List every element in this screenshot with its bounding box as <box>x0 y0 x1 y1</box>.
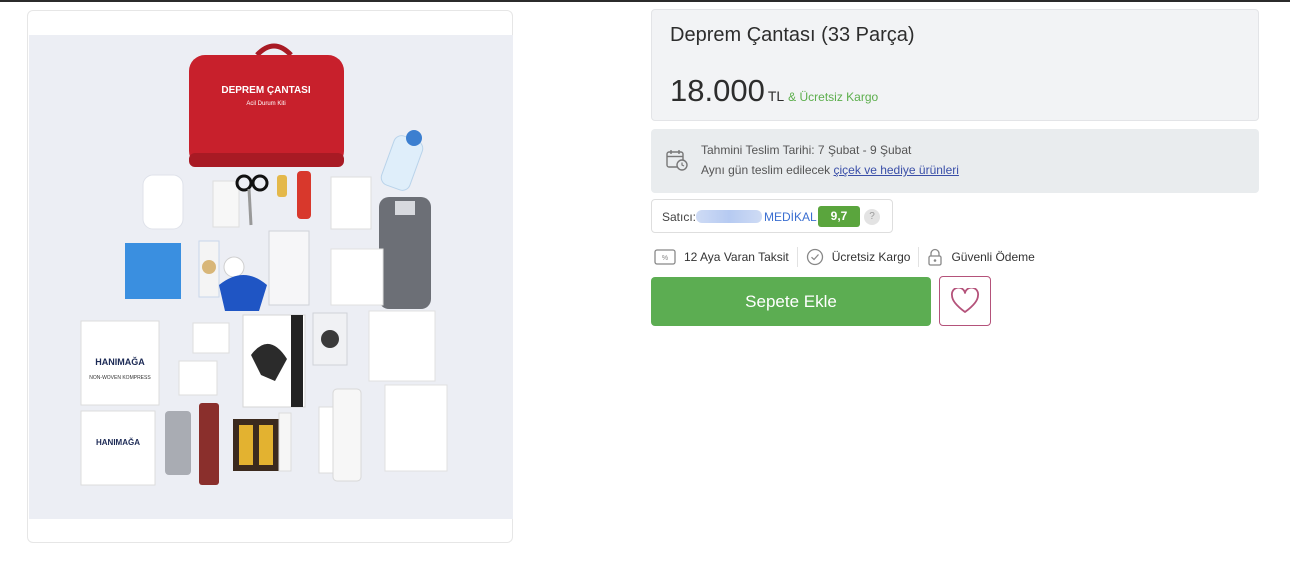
seller-name-redacted <box>696 210 762 223</box>
price-currency: TL <box>767 88 785 104</box>
gauze-roll <box>142 174 184 230</box>
compress-label: NON-WOVEN KOMPRESS <box>89 375 151 381</box>
seller-box: Satıcı: MEDİKAL 9,7 ? <box>651 199 893 233</box>
compress-brand: HANIMAĞA <box>95 356 145 367</box>
lock-icon <box>928 248 943 266</box>
favorite-button[interactable] <box>939 276 991 326</box>
feature-installment: % 12 Aya Varan Taksit <box>654 249 789 265</box>
flashlight <box>297 171 311 219</box>
seller-label: Satıcı: <box>662 210 697 224</box>
feature-free-shipping-label: Ücretsiz Kargo <box>831 250 911 264</box>
svg-text:%: % <box>662 255 668 262</box>
free-shipping-note: & Ücretsiz Kargo <box>788 90 879 104</box>
bag-label: DEPREM ÇANTASI <box>221 85 310 96</box>
product-summary-box: Deprem Çantası (33 Parça) 18.000 TL & Üc… <box>651 9 1259 121</box>
check-circle-icon <box>806 248 823 266</box>
seller-score-help-icon[interactable]: ? <box>864 209 880 225</box>
same-day-prefix: Aynı gün teslim edilecek <box>701 163 834 177</box>
blue-poncho <box>125 243 181 299</box>
product-image-card[interactable]: DEPREM ÇANTASI Acil Durum Kiti HANIMAĞA … <box>27 10 513 543</box>
feature-secure-payment-label: Güvenli Ödeme <box>951 250 1035 264</box>
bag-sublabel: Acil Durum Kiti <box>246 101 285 107</box>
gift-products-link[interactable]: çiçek ve hediye ürünleri <box>834 163 959 177</box>
red-bag <box>189 55 344 167</box>
seller-score-badge: 9,7 <box>818 206 860 227</box>
gloves <box>219 275 267 311</box>
price-row: 18.000 TL & Ücretsiz Kargo <box>670 73 878 109</box>
feature-divider <box>796 247 798 267</box>
feature-divider <box>918 247 920 267</box>
compress-brand-small: HANIMAĞA <box>96 438 140 447</box>
top-divider <box>0 0 1290 2</box>
product-price: 18.000 <box>670 73 765 108</box>
feature-strip: % 12 Aya Varan Taksit Ücretsiz Kargo Güv… <box>654 247 1035 267</box>
feature-secure-payment: Güvenli Ödeme <box>927 248 1035 266</box>
delivery-estimate: Tahmini Teslim Tarihi: 7 Şubat - 9 Şubat <box>701 143 912 157</box>
add-to-cart-button[interactable]: Sepete Ekle <box>651 277 931 326</box>
product-photo-illustration: DEPREM ÇANTASI Acil Durum Kiti HANIMAĞA … <box>29 35 513 519</box>
calendar-clock-icon <box>666 150 688 171</box>
installment-icon: % <box>654 249 676 265</box>
seller-name-link[interactable]: MEDİKAL <box>764 210 817 224</box>
heart-icon <box>951 288 979 313</box>
feature-installment-label: 12 Aya Varan Taksit <box>684 250 789 264</box>
product-photo[interactable]: DEPREM ÇANTASI Acil Durum Kiti HANIMAĞA … <box>29 35 513 519</box>
same-day-delivery-text: Aynı gün teslim edilecek çiçek ve hediye… <box>701 163 959 177</box>
compress-pack-small <box>80 410 156 486</box>
feature-free-shipping: Ücretsiz Kargo <box>806 248 911 266</box>
delivery-info-box: Tahmini Teslim Tarihi: 7 Şubat - 9 Şubat… <box>651 129 1259 193</box>
product-title: Deprem Çantası (33 Parça) <box>670 24 915 46</box>
